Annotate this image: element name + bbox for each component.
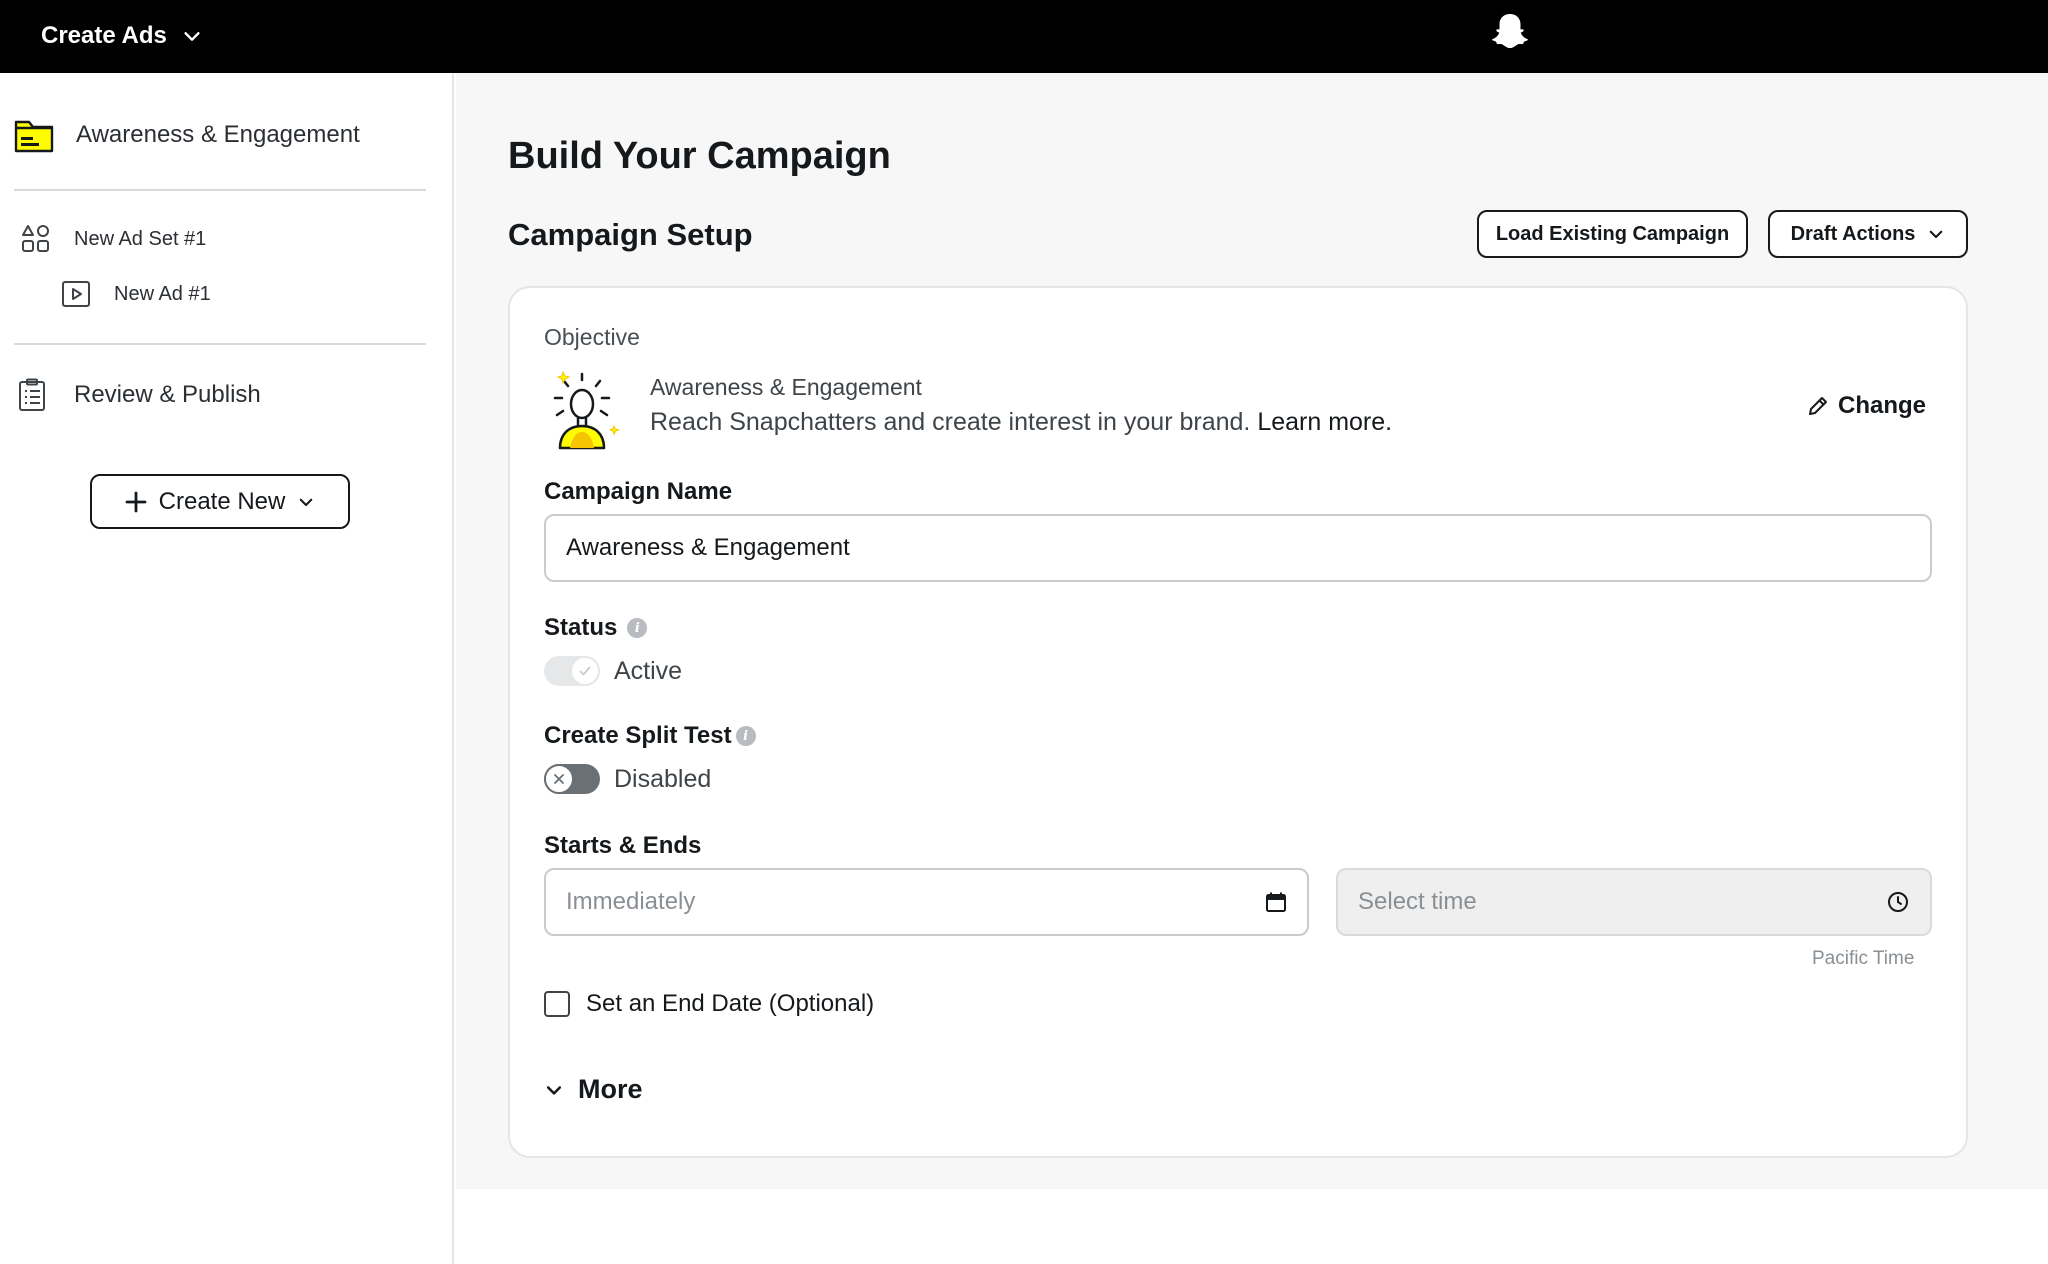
start-date-input[interactable]: Immediately bbox=[544, 868, 1309, 936]
split-test-toggle-row: Disabled bbox=[544, 764, 711, 794]
campaign-name-input[interactable]: Awareness & Engagement bbox=[544, 514, 1932, 582]
starts-ends-label: Starts & Ends bbox=[544, 832, 702, 859]
clock-icon[interactable] bbox=[1886, 890, 1910, 914]
status-toggle-row: Active bbox=[544, 656, 682, 686]
sidebar-divider bbox=[14, 189, 426, 191]
more-label: More bbox=[578, 1074, 643, 1104]
objective-description: Reach Snapchatters and create interest i… bbox=[650, 408, 1392, 437]
start-time-input[interactable]: Select time bbox=[1336, 868, 1932, 936]
draft-actions-label: Draft Actions bbox=[1790, 222, 1916, 245]
sidebar-item-label: Review & Publish bbox=[74, 381, 261, 408]
create-ads-label: Create Ads bbox=[41, 22, 167, 49]
start-time-placeholder: Select time bbox=[1358, 888, 1477, 915]
objective-description-text: Reach Snapchatters and create interest i… bbox=[650, 408, 1251, 436]
sidebar-item-campaign[interactable]: Awareness & Engagement bbox=[14, 115, 360, 155]
campaign-setup-card: Objective Awareness & Engagement Reach S… bbox=[508, 286, 1968, 1158]
close-icon bbox=[544, 764, 574, 794]
video-ad-icon bbox=[56, 274, 96, 314]
split-test-toggle[interactable] bbox=[544, 764, 600, 794]
awareness-person-icon bbox=[553, 370, 620, 450]
sidebar: Awareness & Engagement New Ad Set #1 New… bbox=[0, 73, 454, 1264]
end-date-label: Set an End Date (Optional) bbox=[586, 990, 875, 1017]
sidebar-item-label: New Ad #1 bbox=[114, 282, 211, 305]
chevron-down-icon bbox=[184, 32, 200, 41]
footer-area bbox=[456, 1189, 2048, 1264]
status-label-row: Status i bbox=[544, 614, 648, 642]
sidebar-item-label: Awareness & Engagement bbox=[76, 121, 360, 148]
shapes-icon bbox=[16, 219, 56, 259]
status-toggle[interactable] bbox=[544, 656, 600, 686]
objective-label: Objective bbox=[544, 324, 640, 350]
plus-icon bbox=[125, 491, 147, 512]
chevron-down-icon bbox=[1930, 230, 1943, 239]
draft-actions-button[interactable]: Draft Actions bbox=[1768, 210, 1968, 258]
sidebar-item-ad-set[interactable]: New Ad Set #1 bbox=[16, 219, 206, 259]
info-icon[interactable]: i bbox=[627, 618, 648, 638]
folder-icon bbox=[14, 115, 54, 155]
campaign-name-label: Campaign Name bbox=[544, 478, 733, 505]
chevron-down-icon bbox=[300, 498, 313, 506]
check-icon bbox=[570, 656, 600, 686]
section-title: Campaign Setup bbox=[508, 217, 753, 252]
pencil-icon bbox=[1809, 397, 1827, 415]
timezone-label: Pacific Time bbox=[1812, 948, 1915, 969]
chevron-down-icon bbox=[546, 1085, 562, 1095]
create-new-button[interactable]: Create New bbox=[90, 474, 350, 529]
status-label: Status bbox=[544, 614, 618, 641]
learn-more-link[interactable]: Learn more. bbox=[1257, 408, 1392, 436]
objective-name: Awareness & Engagement bbox=[650, 374, 922, 400]
sidebar-item-label: New Ad Set #1 bbox=[74, 227, 207, 250]
page-title: Build Your Campaign bbox=[508, 135, 891, 177]
top-bar: Create Ads bbox=[0, 0, 2048, 73]
change-objective-button[interactable]: Change bbox=[1806, 392, 1926, 420]
load-existing-campaign-button[interactable]: Load Existing Campaign bbox=[1477, 210, 1748, 258]
snapchat-ghost-icon[interactable] bbox=[1488, 10, 1532, 54]
split-test-label: Create Split Test bbox=[544, 722, 732, 749]
more-toggle[interactable]: More bbox=[544, 1074, 643, 1105]
change-label: Change bbox=[1838, 392, 1927, 419]
end-date-checkbox-row[interactable]: Set an End Date (Optional) bbox=[544, 990, 874, 1018]
info-icon[interactable]: i bbox=[735, 726, 756, 746]
status-value: Active bbox=[614, 656, 683, 685]
create-new-label: Create New bbox=[158, 487, 286, 515]
end-date-checkbox[interactable] bbox=[544, 991, 570, 1017]
calendar-icon[interactable] bbox=[1265, 891, 1287, 913]
main-content: Build Your Campaign Campaign Setup Load … bbox=[456, 73, 2048, 1189]
sidebar-item-ad[interactable]: New Ad #1 bbox=[56, 274, 211, 314]
clipboard-icon bbox=[12, 375, 52, 415]
split-test-value: Disabled bbox=[614, 764, 712, 793]
sidebar-divider bbox=[14, 343, 426, 345]
start-date-placeholder: Immediately bbox=[566, 888, 696, 915]
create-ads-menu[interactable]: Create Ads bbox=[41, 16, 203, 56]
sidebar-item-review-publish[interactable]: Review & Publish bbox=[12, 375, 261, 415]
split-test-label-row: Create Split Test i bbox=[544, 722, 756, 750]
